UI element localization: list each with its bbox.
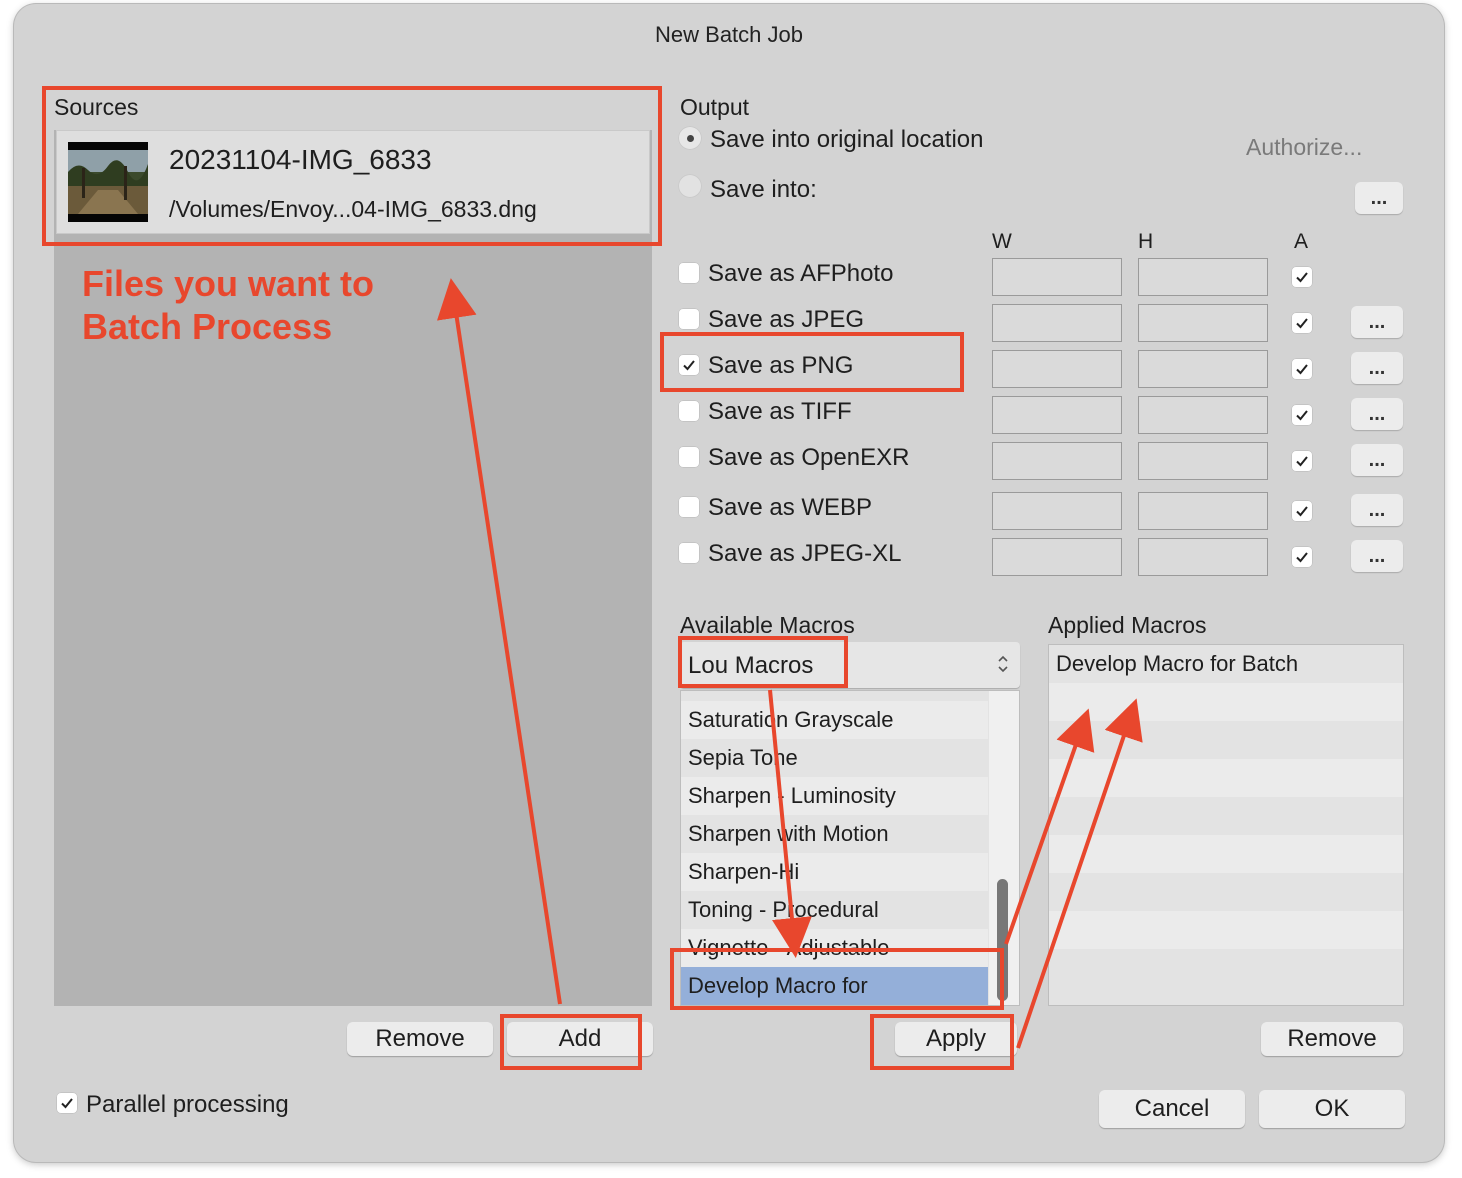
arrow-apply-to-applied	[1016, 698, 1143, 1049]
arrow-develop-to-applied	[1004, 708, 1095, 945]
arrow-add-to-sources	[436, 278, 562, 1005]
annotation-arrows	[436, 278, 1143, 1049]
arrow-category-to-develop	[768, 689, 812, 958]
